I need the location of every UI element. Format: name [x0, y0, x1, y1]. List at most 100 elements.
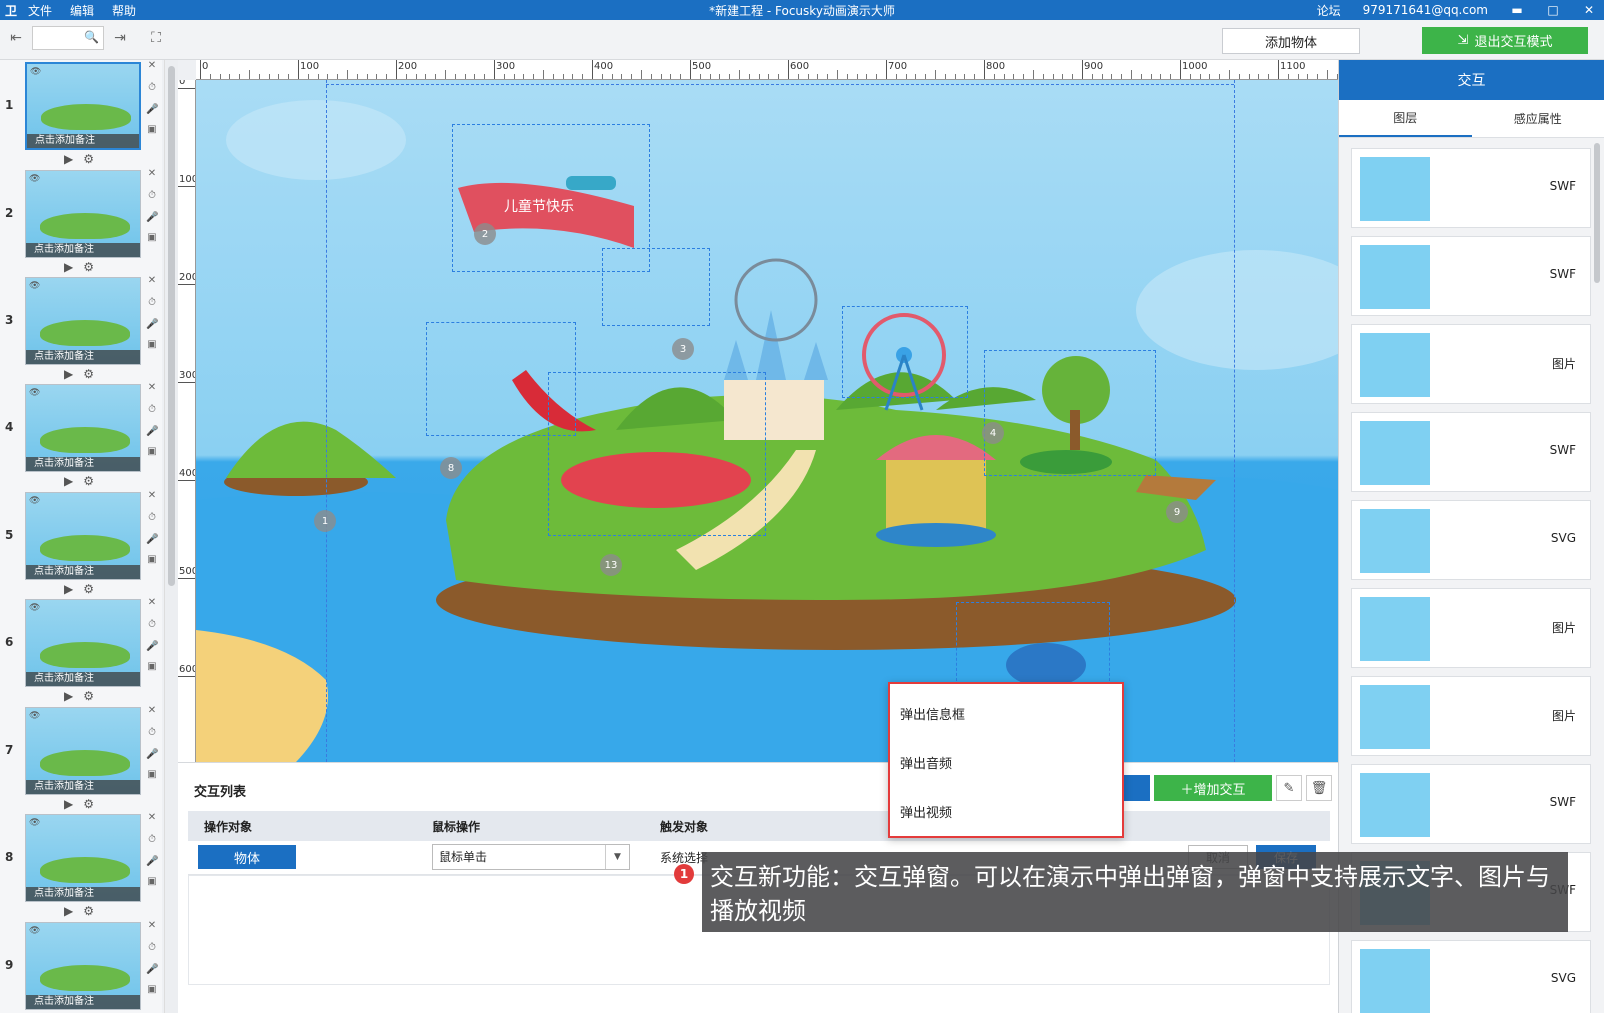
close-icon[interactable]: ✕	[146, 382, 158, 393]
selected-object-tree[interactable]	[984, 350, 1156, 476]
slide-note[interactable]: 点击添加备注	[27, 134, 139, 148]
play-icon[interactable]: ▶	[64, 904, 73, 918]
microphone-icon[interactable]: 🎤	[146, 964, 158, 975]
slide-thumbnail[interactable]: 6 👁 点击添加备注 ✕ ⏱ 🎤 ▣ ▶ ⚙	[0, 597, 162, 707]
layer-item[interactable]: SVG	[1351, 940, 1591, 1013]
close-icon[interactable]: ✕	[146, 597, 158, 608]
slide-note[interactable]: 点击添加备注	[26, 243, 140, 257]
menu-help[interactable]: 帮助	[112, 2, 136, 19]
slide-thumbnail[interactable]: 3 👁 点击添加备注 ✕ ⏱ 🎤 ▣ ▶ ⚙	[0, 275, 162, 385]
menu-item-popup-audio[interactable]: 弹出音频	[900, 753, 952, 772]
target-object-button[interactable]: 物体	[198, 845, 296, 869]
slide-note[interactable]: 点击添加备注	[26, 887, 140, 901]
slide-note[interactable]: 点击添加备注	[26, 350, 140, 364]
expand-right-icon[interactable]: ⇥	[108, 26, 132, 50]
slide-preview[interactable]: 👁 点击添加备注	[25, 384, 141, 472]
selected-object-buttons[interactable]	[602, 248, 710, 326]
microphone-icon[interactable]: 🎤	[146, 641, 158, 652]
collapse-left-icon[interactable]: ⇤	[4, 26, 28, 50]
layer-item[interactable]: SWF	[1351, 412, 1591, 492]
slide-thumbnail[interactable]: 7 👁 点击添加备注 ✕ ⏱ 🎤 ▣ ▶ ⚙	[0, 705, 162, 815]
add-interaction-button[interactable]: ＋ 增加交互	[1154, 775, 1272, 801]
frame-fit-icon[interactable]: ⛶	[144, 26, 168, 50]
gear-icon[interactable]: ⚙	[83, 689, 94, 703]
gear-icon[interactable]: ⚙	[83, 367, 94, 381]
slide-thumbnail[interactable]: 5 👁 点击添加备注 ✕ ⏱ 🎤 ▣ ▶ ⚙	[0, 490, 162, 600]
timer-icon[interactable]: ⏱	[146, 834, 158, 845]
image-icon[interactable]: ▣	[146, 554, 158, 565]
add-object-button[interactable]: 添加物体	[1222, 28, 1360, 54]
eye-icon[interactable]: 👁	[30, 67, 41, 77]
delete-icon[interactable]: 🗑	[1306, 775, 1332, 801]
slide-note[interactable]: 点击添加备注	[26, 995, 140, 1009]
selected-object-stage[interactable]	[548, 372, 766, 536]
gear-icon[interactable]: ⚙	[83, 904, 94, 918]
microphone-icon[interactable]: 🎤	[146, 426, 158, 437]
slide-preview[interactable]: 👁 点击添加备注	[25, 922, 141, 1010]
slide-note[interactable]: 点击添加备注	[26, 457, 140, 471]
eye-icon[interactable]: 👁	[29, 711, 40, 721]
timer-icon[interactable]: ⏱	[146, 619, 158, 630]
slide-preview[interactable]: 👁 点击添加备注	[25, 814, 141, 902]
layer-item[interactable]: 图片	[1351, 588, 1591, 668]
slide-thumbnail[interactable]: 2 👁 点击添加备注 ✕ ⏱ 🎤 ▣ ▶ ⚙	[0, 168, 162, 278]
gear-icon[interactable]: ⚙	[83, 582, 94, 596]
selected-object-ferris[interactable]	[842, 306, 968, 398]
eye-icon[interactable]: 👁	[29, 603, 40, 613]
play-icon[interactable]: ▶	[64, 367, 73, 381]
image-icon[interactable]: ▣	[146, 661, 158, 672]
eye-icon[interactable]: 👁	[29, 174, 40, 184]
close-icon[interactable]: ✕	[146, 705, 158, 716]
menu-file[interactable]: 文件	[28, 2, 52, 19]
menu-item-popup-info[interactable]: 弹出信息框	[900, 704, 965, 723]
timer-icon[interactable]: ⏱	[146, 512, 158, 523]
tab-sensor-props[interactable]: 感应属性	[1472, 100, 1604, 137]
eye-icon[interactable]: 👁	[29, 281, 40, 291]
layer-item[interactable]: SWF	[1351, 148, 1591, 228]
slide-thumbnail[interactable]: 1 👁 点击添加备注 ✕ ⏱ 🎤 ▣ ▶ ⚙	[0, 60, 162, 170]
slide-note[interactable]: 点击添加备注	[26, 780, 140, 794]
timer-icon[interactable]: ⏱	[146, 297, 158, 308]
gear-icon[interactable]: ⚙	[83, 152, 94, 166]
slide-search-input[interactable]: 🔍	[32, 26, 104, 50]
play-icon[interactable]: ▶	[64, 797, 73, 811]
microphone-icon[interactable]: 🎤	[146, 856, 158, 867]
timer-icon[interactable]: ⏱	[146, 727, 158, 738]
layer-scrollbar[interactable]	[1594, 143, 1600, 283]
thumbnail-scrollbar[interactable]	[164, 60, 178, 1013]
slide-preview[interactable]: 👁 点击添加备注	[25, 170, 141, 258]
image-icon[interactable]: ▣	[146, 984, 158, 995]
image-icon[interactable]: ▣	[146, 124, 158, 135]
image-icon[interactable]: ▣	[146, 446, 158, 457]
play-icon[interactable]: ▶	[64, 260, 73, 274]
image-icon[interactable]: ▣	[146, 876, 158, 887]
eye-icon[interactable]: 👁	[29, 818, 40, 828]
play-icon[interactable]: ▶	[64, 474, 73, 488]
close-icon[interactable]: ✕	[146, 812, 158, 823]
slide-preview[interactable]: 👁 点击添加备注	[25, 492, 141, 580]
layer-item[interactable]: SVG	[1351, 500, 1591, 580]
menu-edit[interactable]: 编辑	[70, 2, 94, 19]
layer-item[interactable]: 图片	[1351, 676, 1591, 756]
image-icon[interactable]: ▣	[146, 232, 158, 243]
slide-thumbnail[interactable]: 4 👁 点击添加备注 ✕ ⏱ 🎤 ▣ ▶ ⚙	[0, 382, 162, 492]
exit-interact-button[interactable]: ⇲ 退出交互模式	[1422, 27, 1588, 54]
account-label[interactable]: 979171641@qq.com	[1363, 3, 1488, 17]
gear-icon[interactable]: ⚙	[83, 260, 94, 274]
slide-preview[interactable]: 👁 点击添加备注	[25, 707, 141, 795]
timer-icon[interactable]: ⏱	[146, 942, 158, 953]
slide-preview[interactable]: 👁 点击添加备注	[25, 277, 141, 365]
timer-icon[interactable]: ⏱	[146, 190, 158, 201]
mouse-action-select[interactable]: 鼠标单击 ▼	[432, 844, 630, 870]
close-icon[interactable]: ✕	[146, 168, 158, 179]
gear-icon[interactable]: ⚙	[83, 474, 94, 488]
close-icon[interactable]: ✕	[146, 490, 158, 501]
maximize-icon[interactable]: □	[1546, 3, 1560, 17]
close-icon[interactable]: ✕	[1582, 3, 1596, 17]
popup-type-button[interactable]	[1124, 775, 1150, 801]
slide-note[interactable]: 点击添加备注	[26, 672, 140, 686]
editing-canvas[interactable]: 儿童节快乐 1 2 3 4 8 9 13	[196, 80, 1338, 762]
tab-layers[interactable]: 图层	[1339, 100, 1472, 137]
image-icon[interactable]: ▣	[146, 339, 158, 350]
slide-thumbnail[interactable]: 8 👁 点击添加备注 ✕ ⏱ 🎤 ▣ ▶ ⚙	[0, 812, 162, 922]
